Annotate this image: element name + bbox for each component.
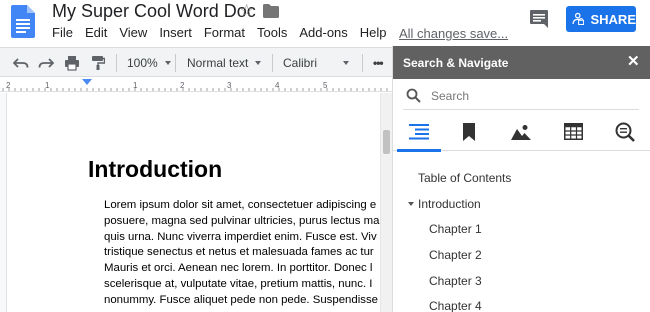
panel-title: Search & Navigate	[403, 56, 509, 70]
ruler-number: 1	[133, 81, 138, 90]
more-options-button[interactable]: •••	[373, 48, 384, 78]
undo-icon[interactable]	[13, 56, 29, 70]
body-line: Mauris et orci. Aenean nec lorem. In por…	[104, 262, 373, 275]
chevron-down-icon	[343, 61, 350, 65]
zoom-select[interactable]: 100%	[127, 48, 171, 78]
table-icon	[563, 123, 583, 140]
paint-format-icon[interactable]	[91, 55, 105, 71]
folder-icon[interactable]	[263, 4, 279, 18]
toolbar-divider	[175, 54, 176, 72]
star-icon[interactable]: ☆	[239, 2, 254, 20]
font-value: Calibri	[283, 56, 318, 70]
toc-item-chapter-2[interactable]: Chapter 2	[429, 248, 482, 262]
menu-tools[interactable]: Tools	[257, 26, 287, 40]
tab-table-of-contents[interactable]	[394, 112, 444, 152]
chevron-down-icon	[164, 61, 171, 65]
toolbar-divider	[116, 54, 117, 72]
tab-images[interactable]	[496, 112, 546, 151]
image-icon	[511, 124, 531, 140]
toolbar-divider	[272, 54, 273, 72]
paragraph-style-value: Normal text	[187, 56, 249, 70]
print-icon[interactable]	[64, 55, 80, 71]
document-title[interactable]: My Super Cool Word Doc	[52, 1, 256, 22]
body-line: tristique senectus et netus et malesuada…	[104, 246, 374, 259]
ruler-ticks: 2 1 1 2 3 4 5	[2, 81, 388, 91]
document-body[interactable]: Lorem ipsum dolor sit amet, consectetuer…	[104, 198, 380, 309]
indent-marker[interactable]	[82, 79, 92, 85]
ruler-number: 2	[180, 81, 185, 90]
toc-item-chapter-1[interactable]: Chapter 1	[429, 222, 482, 236]
document-heading[interactable]: Introduction	[88, 156, 222, 183]
menu-add-ons[interactable]: Add-ons	[299, 26, 347, 40]
share-icon	[572, 12, 585, 25]
chevron-down-icon	[255, 61, 262, 65]
font-select[interactable]: Calibri	[283, 48, 350, 78]
share-label: SHARE	[590, 11, 636, 27]
scrollbar-thumb[interactable]	[383, 130, 390, 154]
ruler-number: 2	[6, 81, 11, 90]
menu-insert[interactable]: Insert	[159, 26, 192, 40]
share-button[interactable]: SHARE	[566, 6, 636, 32]
close-icon[interactable]: ✕	[627, 54, 640, 69]
comment-icon[interactable]	[529, 9, 549, 29]
ruler-number: 5	[323, 81, 328, 90]
document-page[interactable]: Introduction Lorem ipsum dolor sit amet,…	[6, 93, 380, 312]
menu-view[interactable]: View	[119, 26, 147, 40]
panel-search-box	[403, 82, 639, 110]
body-line: posuere, magna sed pulvinar ultricies, p…	[104, 214, 380, 227]
tab-find[interactable]	[600, 112, 650, 151]
body-line: quis urna. Nunc viverra imperdiet enim. …	[104, 230, 377, 243]
panel-header: Search & Navigate ✕	[393, 46, 650, 79]
body-line: scelerisque at, vulputate vitae, pretium…	[104, 277, 373, 290]
document-canvas[interactable]: Introduction Lorem ipsum dolor sit amet,…	[0, 93, 392, 312]
search-icon	[406, 88, 421, 103]
formatting-toolbar: 100% Normal text Calibri •••	[0, 47, 392, 77]
toc-icon	[409, 123, 429, 139]
panel-tab-bar	[393, 112, 650, 152]
redo-icon[interactable]	[38, 56, 54, 70]
document-scrollbar[interactable]	[380, 93, 392, 312]
paragraph-style-select[interactable]: Normal text	[187, 48, 262, 78]
app-header: My Super Cool Word Doc ☆ File Edit View …	[0, 0, 650, 46]
ruler-number: 4	[275, 81, 280, 90]
tab-bookmarks[interactable]	[444, 112, 494, 151]
bookmark-icon	[463, 122, 475, 141]
ruler-number: 3	[227, 81, 232, 90]
docs-icon[interactable]	[11, 5, 35, 38]
ruler[interactable]: 2 1 1 2 3 4 5	[0, 77, 392, 92]
tab-tables[interactable]	[548, 112, 598, 151]
search-navigate-panel: Search & Navigate ✕ Search Table of Cont…	[392, 46, 650, 312]
find-icon	[615, 122, 635, 142]
zoom-value: 100%	[127, 56, 158, 70]
body-line: nonummy. Fusce aliquet pede non pede. Su…	[104, 293, 378, 306]
menu-format[interactable]: Format	[204, 26, 245, 40]
toc-item-chapter-3[interactable]: Chapter 3	[429, 274, 482, 288]
menu-bar: File Edit View Insert Format Tools Add-o…	[52, 26, 399, 40]
body-line: Lorem ipsum dolor sit amet, consectetuer…	[104, 199, 377, 211]
toc-item-chapter-4[interactable]: Chapter 4	[429, 299, 482, 312]
menu-edit[interactable]: Edit	[85, 26, 107, 40]
menu-help[interactable]: Help	[360, 26, 387, 40]
chevron-down-icon[interactable]	[408, 202, 414, 206]
toc-item-introduction[interactable]: Introduction	[418, 197, 481, 211]
save-status-link[interactable]: All changes save...	[399, 26, 508, 41]
menu-file[interactable]: File	[52, 26, 73, 40]
search-input[interactable]	[431, 88, 631, 103]
ruler-number: 1	[45, 81, 50, 90]
toc-heading: Table of Contents	[418, 171, 512, 185]
toolbar-divider	[362, 54, 363, 72]
